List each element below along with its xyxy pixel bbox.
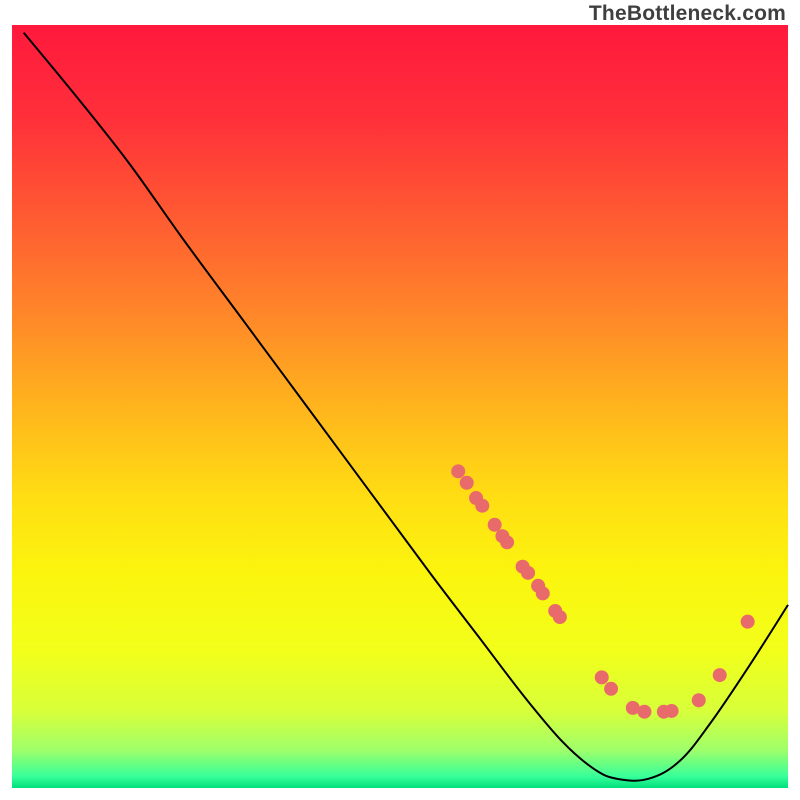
data-marker bbox=[500, 535, 514, 549]
data-marker bbox=[692, 693, 706, 707]
data-markers bbox=[451, 464, 754, 718]
data-marker bbox=[521, 566, 535, 580]
data-marker bbox=[741, 615, 755, 629]
data-marker bbox=[604, 682, 618, 696]
watermark-text: TheBottleneck.com bbox=[589, 2, 786, 26]
data-marker bbox=[460, 476, 474, 490]
bottleneck-curve bbox=[24, 33, 788, 781]
data-marker bbox=[595, 670, 609, 684]
data-marker bbox=[475, 499, 489, 513]
data-marker bbox=[665, 704, 679, 718]
data-marker bbox=[536, 586, 550, 600]
data-marker bbox=[637, 705, 651, 719]
data-marker bbox=[451, 464, 465, 478]
data-marker bbox=[713, 668, 727, 682]
chart-container: TheBottleneck.com bbox=[0, 0, 800, 800]
plot-area bbox=[12, 25, 788, 788]
curve-layer bbox=[12, 25, 788, 788]
data-marker bbox=[553, 610, 567, 624]
data-marker bbox=[488, 518, 502, 532]
